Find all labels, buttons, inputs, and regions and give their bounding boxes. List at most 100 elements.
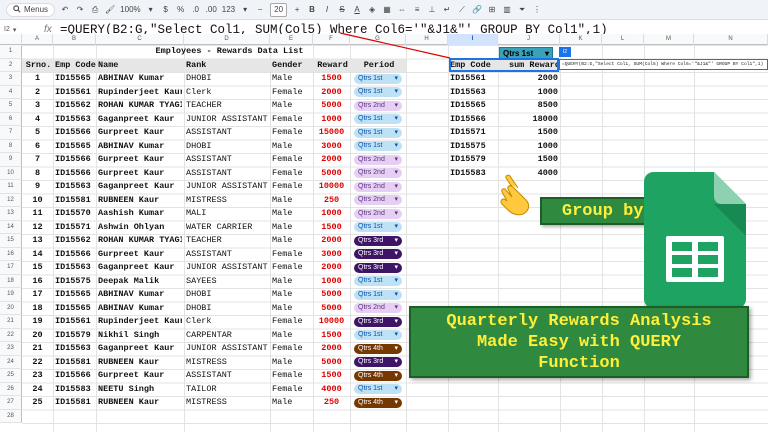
gender-cell[interactable]: Female xyxy=(272,261,311,275)
query-emp-code-cell[interactable]: ID15563 xyxy=(450,86,496,100)
rank-cell[interactable]: TAILOR xyxy=(186,383,268,397)
reward-cell[interactable]: 2000 xyxy=(315,153,348,167)
srno-cell[interactable]: 8 xyxy=(24,167,51,181)
row-header[interactable]: 12 xyxy=(0,193,22,207)
currency-button[interactable]: $ xyxy=(161,3,171,17)
column-title[interactable]: Emp Code xyxy=(53,58,96,72)
reward-cell[interactable]: 2000 xyxy=(315,261,348,275)
name-cell[interactable]: RUBNEEN Kaur xyxy=(98,194,182,208)
query-emp-code-cell[interactable]: ID15565 xyxy=(450,99,496,113)
emp-code-cell[interactable]: ID15570 xyxy=(55,207,94,221)
period-chip[interactable]: Qtrs 1st ▾ xyxy=(354,276,402,287)
row-header[interactable]: 13 xyxy=(0,207,22,221)
row-header[interactable]: 6 xyxy=(0,112,22,126)
row-header[interactable]: 14 xyxy=(0,220,22,234)
wrap-icon[interactable]: ↵ xyxy=(442,3,452,17)
rank-cell[interactable]: CARPENTAR xyxy=(186,329,268,343)
query-emp-code-cell[interactable]: ID15583 xyxy=(450,167,496,181)
emp-code-cell[interactable]: ID15565 xyxy=(55,72,94,86)
period-chip[interactable]: Qtrs 3rd ▾ xyxy=(354,235,402,246)
name-cell[interactable]: Gaganpreet Kaur xyxy=(98,261,182,275)
row-header[interactable]: 27 xyxy=(0,396,22,410)
emp-code-cell[interactable]: ID15581 xyxy=(55,356,94,370)
period-chip[interactable]: Qtrs 3rd ▾ xyxy=(354,249,402,260)
row-header[interactable]: 28 xyxy=(0,409,22,423)
name-cell[interactable]: Gurpreet Kaur xyxy=(98,153,182,167)
chart-icon[interactable]: ▥ xyxy=(502,3,512,17)
font-size-increase-button[interactable]: + xyxy=(292,3,302,17)
column-header-k[interactable]: K xyxy=(560,34,602,45)
emp-code-cell[interactable]: ID15575 xyxy=(55,275,94,289)
period-chip[interactable]: Qtrs 1st ▾ xyxy=(354,141,402,152)
rank-cell[interactable]: ASSISTANT xyxy=(186,369,268,383)
period-chip[interactable]: Qtrs 1st ▾ xyxy=(354,384,402,395)
emp-code-cell[interactable]: ID15583 xyxy=(55,383,94,397)
reward-cell[interactable]: 1000 xyxy=(315,113,348,127)
query-sum-cell[interactable]: 8500 xyxy=(500,99,558,113)
name-cell[interactable]: ABHINAV Kumar xyxy=(98,72,182,86)
emp-code-cell[interactable]: ID15561 xyxy=(55,315,94,329)
emp-code-cell[interactable]: ID15581 xyxy=(55,396,94,410)
emp-code-cell[interactable]: ID15562 xyxy=(55,99,94,113)
name-cell[interactable]: Gaganpreet Kaur xyxy=(98,180,182,194)
emp-code-cell[interactable]: ID15563 xyxy=(55,113,94,127)
period-chip[interactable]: Qtrs 4th ▾ xyxy=(354,343,402,354)
name-cell[interactable]: RUBNEEN Kaur xyxy=(98,396,182,410)
gender-cell[interactable]: Male xyxy=(272,329,311,343)
name-cell[interactable]: Deepak Malik xyxy=(98,275,182,289)
row-header[interactable]: 22 xyxy=(0,328,22,342)
number-format-button[interactable]: 123 xyxy=(222,3,235,17)
period-chip[interactable]: Qtrs 2nd ▾ xyxy=(354,168,402,179)
reward-cell[interactable]: 250 xyxy=(315,194,348,208)
reward-cell[interactable]: 4000 xyxy=(315,383,348,397)
name-cell[interactable]: ABHINAV Kumar xyxy=(98,140,182,154)
select-all-corner[interactable] xyxy=(0,34,22,45)
row-header[interactable]: 9 xyxy=(0,153,22,167)
srno-cell[interactable]: 25 xyxy=(24,396,51,410)
name-cell[interactable]: Aashish Kumar xyxy=(98,207,182,221)
name-cell[interactable]: ABHINAV Kumar xyxy=(98,288,182,302)
rank-cell[interactable]: ASSISTANT xyxy=(186,248,268,262)
period-chip[interactable]: Qtrs 1st ▾ xyxy=(354,114,402,125)
increase-decimal-button[interactable]: .00 xyxy=(206,3,217,17)
row-header[interactable]: 24 xyxy=(0,355,22,369)
period-chip[interactable]: Qtrs 2nd ▾ xyxy=(354,100,402,111)
reward-cell[interactable]: 10000 xyxy=(315,180,348,194)
menus-button[interactable]: Menus xyxy=(6,2,56,17)
rank-cell[interactable]: DHOBI xyxy=(186,288,268,302)
emp-code-cell[interactable]: ID15566 xyxy=(55,369,94,383)
column-header-j[interactable]: J xyxy=(498,34,560,45)
gender-cell[interactable]: Female xyxy=(272,167,311,181)
reward-cell[interactable]: 15000 xyxy=(315,126,348,140)
valign-icon[interactable]: ⊥ xyxy=(427,3,437,17)
rank-cell[interactable]: TEACHER xyxy=(186,99,268,113)
name-cell[interactable]: Ashwin Ohlyan xyxy=(98,221,182,235)
filter-icon[interactable]: ⏷ xyxy=(517,3,527,17)
rank-cell[interactable]: MISTRESS xyxy=(186,396,268,410)
srno-cell[interactable]: 19 xyxy=(24,315,51,329)
period-chip[interactable]: Qtrs 2nd ▾ xyxy=(354,303,402,314)
rank-cell[interactable]: ASSISTANT xyxy=(186,167,268,181)
gender-cell[interactable]: Male xyxy=(272,221,311,235)
reward-cell[interactable]: 5000 xyxy=(315,167,348,181)
srno-cell[interactable]: 15 xyxy=(24,261,51,275)
reward-cell[interactable]: 2000 xyxy=(315,234,348,248)
srno-cell[interactable]: 12 xyxy=(24,221,51,235)
srno-cell[interactable]: 9 xyxy=(24,180,51,194)
name-cell[interactable]: Rupinderjeet Kaur xyxy=(98,86,182,100)
row-header[interactable]: 11 xyxy=(0,180,22,194)
gender-cell[interactable]: Male xyxy=(272,140,311,154)
strikethrough-button[interactable]: S xyxy=(337,3,347,17)
name-cell[interactable]: Rupinderjeet Kaur xyxy=(98,315,182,329)
srno-cell[interactable]: 20 xyxy=(24,329,51,343)
column-title[interactable]: Name xyxy=(96,58,184,72)
period-chip[interactable]: Qtrs 2nd ▾ xyxy=(354,208,402,219)
column-header-m[interactable]: M xyxy=(644,34,694,45)
reward-cell[interactable]: 1500 xyxy=(315,369,348,383)
text-color-button[interactable]: A xyxy=(352,3,362,17)
query-emp-code-cell[interactable]: ID15561 xyxy=(450,72,496,86)
gender-cell[interactable]: Male xyxy=(272,72,311,86)
srno-cell[interactable]: 22 xyxy=(24,356,51,370)
srno-cell[interactable]: 24 xyxy=(24,383,51,397)
row-header[interactable]: 20 xyxy=(0,301,22,315)
